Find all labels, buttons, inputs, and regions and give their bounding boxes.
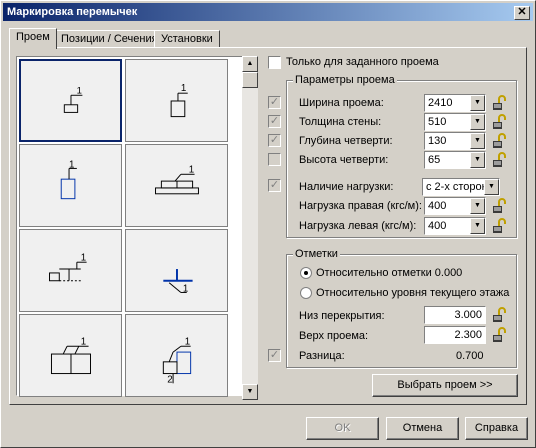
chevron-down-icon[interactable]: ▼: [470, 198, 485, 214]
bottom-slab-field[interactable]: 3.000: [424, 306, 486, 324]
load-right-combo[interactable]: 400 ▼: [424, 197, 486, 215]
icon-number-1: 1: [189, 164, 194, 175]
width-label: Ширина проема:: [299, 97, 384, 109]
lock-icon[interactable]: [492, 198, 508, 214]
load-left-label: Нагрузка левая (кгс/м):: [299, 220, 417, 232]
lintel-pair-icon: 1: [50, 336, 91, 375]
top-opening-label: Верх проема:: [299, 330, 369, 342]
help-button[interactable]: Справка: [465, 417, 528, 440]
scroll-up-button[interactable]: ▲: [242, 56, 258, 72]
lintel-type-7[interactable]: 1: [19, 314, 122, 397]
icon-number-1: 1: [181, 83, 186, 94]
close-button[interactable]: ✕: [514, 6, 530, 20]
icon-number-1: 1: [185, 336, 190, 347]
lock-icon[interactable]: [492, 327, 508, 343]
quarter-depth-label: Глубина четверти:: [299, 135, 393, 147]
lintel-type-2[interactable]: 1: [125, 59, 228, 142]
scroll-down-button[interactable]: ▼: [242, 384, 258, 400]
difference-label: Разница:: [299, 350, 345, 362]
lintel-type-5[interactable]: 1: [19, 229, 122, 312]
icon-number-1: 1: [77, 85, 82, 96]
scroll-thumb[interactable]: [242, 72, 258, 88]
lintel-type-8[interactable]: 1 2: [125, 314, 228, 397]
params-group-title: Параметры проема: [293, 74, 397, 86]
tab-settings[interactable]: Установки: [154, 30, 220, 48]
lock-icon[interactable]: [492, 152, 508, 168]
select-opening-button[interactable]: Выбрать проем >>: [372, 374, 518, 397]
quarter-height-combo[interactable]: 65 ▼: [424, 151, 486, 169]
width-value: 2410: [428, 97, 453, 109]
width-combo[interactable]: 2410 ▼: [424, 94, 486, 112]
lintel-double-icon: 1: [155, 164, 199, 195]
lintel-type-6[interactable]: 1: [125, 229, 228, 312]
icon-number-2: 2: [167, 374, 172, 385]
load-presence-checkbox[interactable]: ✓: [268, 179, 281, 192]
quarter-height-label: Высота четверти:: [299, 154, 389, 166]
relative-zero-radio[interactable]: [300, 267, 312, 279]
quarter-height-value: 65: [428, 154, 441, 166]
chevron-down-icon[interactable]: ▼: [484, 179, 499, 195]
icon-number-1: 1: [81, 336, 86, 347]
window-title: Маркировка перемычек: [7, 6, 138, 18]
ok-button[interactable]: OK: [306, 417, 379, 440]
load-presence-label: Наличие нагрузки:: [299, 181, 394, 193]
lintel-combined-icon: 1 2: [162, 336, 192, 385]
thickness-label: Толщина стены:: [299, 116, 382, 128]
icon-number-1: 1: [183, 283, 188, 294]
dialog-window: Маркировка перемычек ✕ Проем Позиции / С…: [0, 0, 536, 448]
relative-zero-label: Относительно отметки 0.000: [316, 267, 463, 279]
load-presence-combo[interactable]: с 2-х сторон ▼: [422, 178, 500, 196]
difference-checkbox[interactable]: ✓: [268, 349, 281, 362]
icon-number-1: 1: [81, 252, 86, 263]
chevron-down-icon[interactable]: ▼: [470, 152, 485, 168]
chevron-down-icon[interactable]: ▼: [470, 114, 485, 130]
difference-value: 0.700: [456, 350, 484, 362]
top-opening-field[interactable]: 2.300: [424, 326, 486, 344]
thickness-checkbox[interactable]: ✓: [268, 115, 281, 128]
quarter-depth-value: 130: [428, 135, 447, 147]
quarter-height-checkbox[interactable]: [268, 153, 281, 166]
cancel-button[interactable]: Отмена: [386, 417, 459, 440]
lintel-single-icon: 1: [63, 85, 83, 113]
lock-icon[interactable]: [492, 218, 508, 234]
lock-icon[interactable]: [492, 133, 508, 149]
chevron-down-icon[interactable]: ▼: [470, 218, 485, 234]
title-bar: Маркировка перемычек ✕: [3, 3, 533, 21]
bottom-slab-label: Низ перекрытия:: [299, 310, 385, 322]
chevron-down-icon[interactable]: ▼: [470, 95, 485, 111]
gallery-scrollbar[interactable]: ▲ ▼: [242, 56, 258, 400]
thickness-combo[interactable]: 510 ▼: [424, 113, 486, 131]
relative-floor-radio[interactable]: [300, 287, 312, 299]
lintel-type-gallery: 1 1 1 1 1 1 1 1 2: [16, 56, 244, 397]
load-right-value: 400: [428, 200, 447, 212]
lintel-blue-tall-icon: 1: [60, 159, 77, 200]
lintel-t-beam-icon: 1: [163, 269, 193, 294]
icon-number-1: 1: [69, 159, 74, 170]
load-presence-value: с 2-х сторон: [426, 181, 488, 193]
lock-icon[interactable]: [492, 95, 508, 111]
tab-panel: 1 1 1 1 1 1 1 1 2 ▲ ▼ Только для заданно…: [9, 47, 527, 405]
lock-icon[interactable]: [492, 114, 508, 130]
quarter-depth-combo[interactable]: 130 ▼: [424, 132, 486, 150]
load-left-value: 400: [428, 220, 447, 232]
tab-opening[interactable]: Проем: [9, 28, 57, 49]
thickness-value: 510: [428, 116, 447, 128]
relative-floor-label: Относительно уровня текущего этажа: [316, 287, 510, 299]
quarter-depth-checkbox[interactable]: ✓: [268, 134, 281, 147]
lintel-type-3[interactable]: 1: [19, 144, 122, 227]
lintel-type-1[interactable]: 1: [19, 59, 122, 142]
only-selected-label: Только для заданного проема: [286, 56, 439, 68]
lock-icon[interactable]: [492, 307, 508, 323]
lintel-tall-icon: 1: [170, 83, 188, 118]
tab-positions-sections[interactable]: Позиции / Сечения: [54, 30, 165, 48]
width-checkbox[interactable]: ✓: [268, 96, 281, 109]
lintel-type-4[interactable]: 1: [125, 144, 228, 227]
load-left-combo[interactable]: 400 ▼: [424, 217, 486, 235]
load-right-label: Нагрузка правая (кгс/м):: [299, 200, 422, 212]
lintel-dimension-icon: 1: [49, 252, 87, 282]
only-selected-checkbox[interactable]: [268, 56, 281, 69]
chevron-down-icon[interactable]: ▼: [470, 133, 485, 149]
marks-group-title: Отметки: [293, 248, 340, 260]
